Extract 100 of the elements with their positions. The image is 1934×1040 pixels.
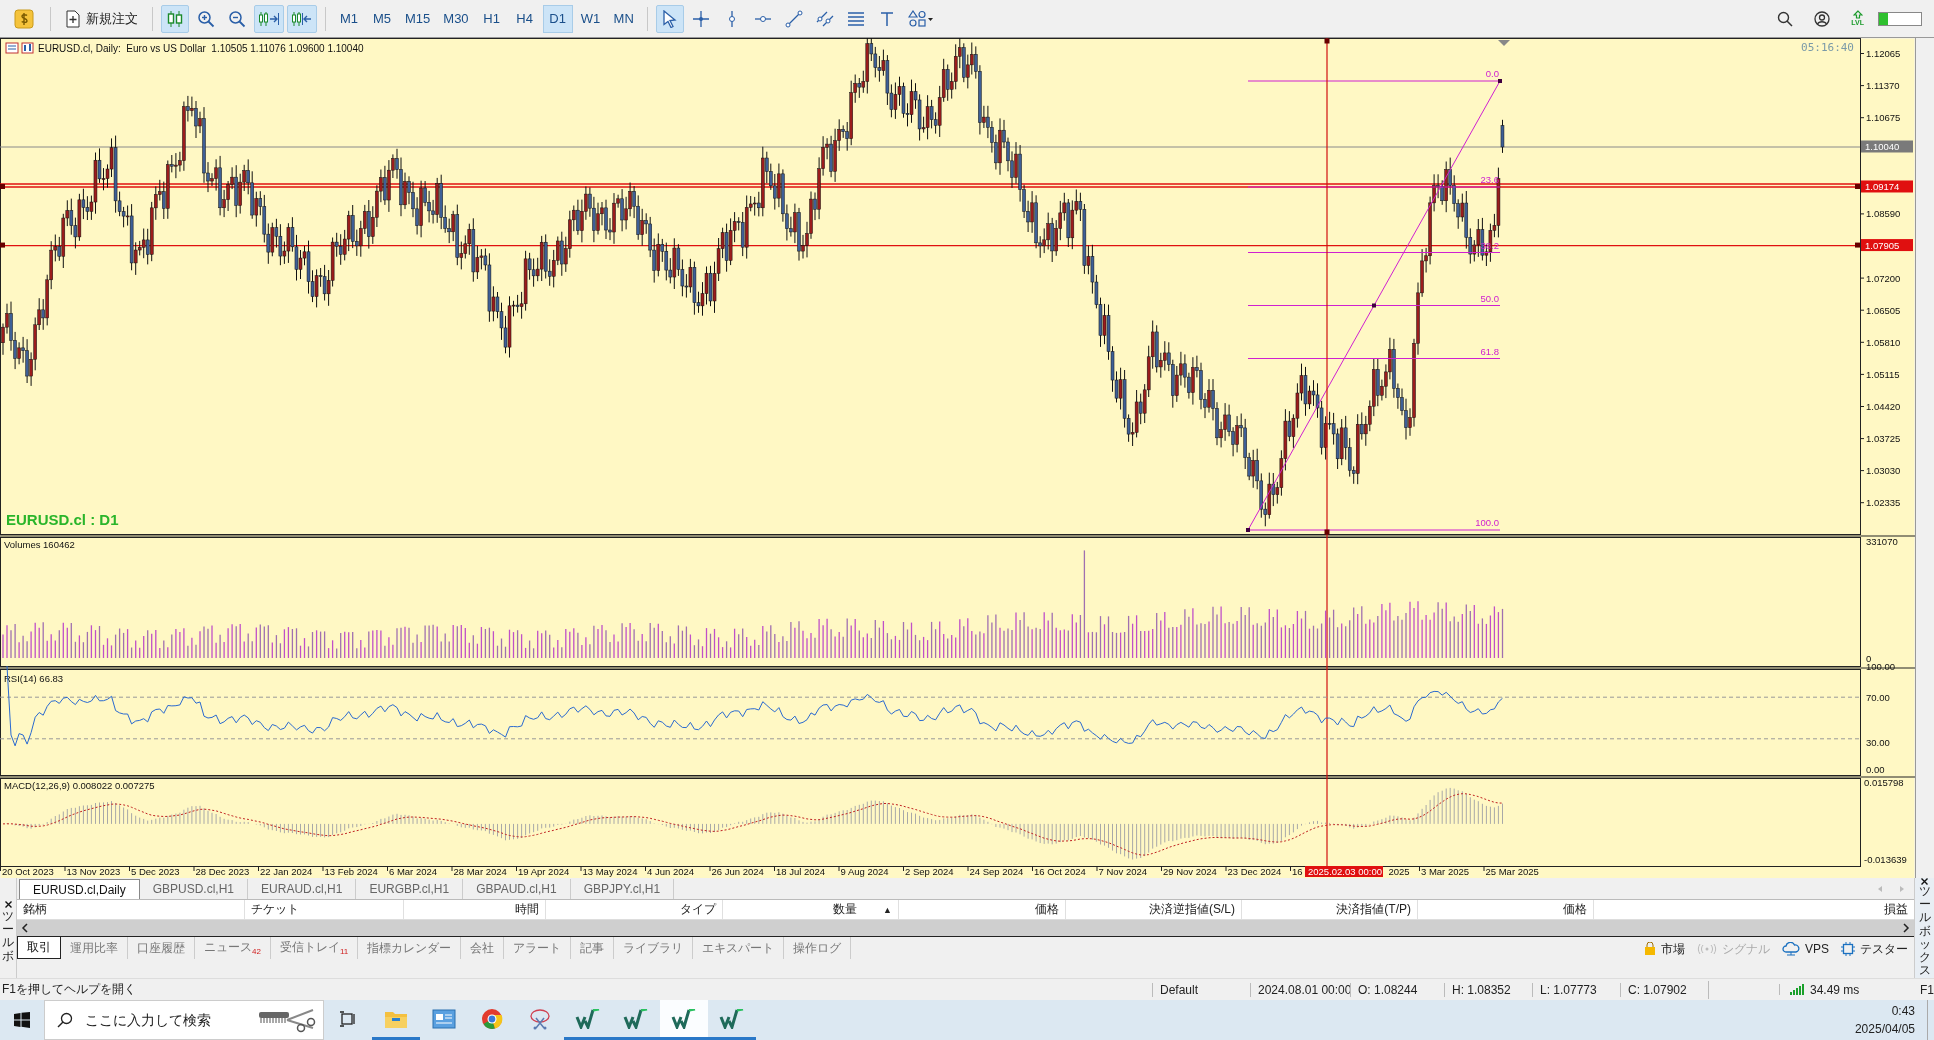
status-help-text: F1 xyxy=(1920,982,1934,997)
time-axis-label: 28 Mar 2024 xyxy=(453,866,507,877)
search-icon[interactable] xyxy=(1777,10,1794,27)
price-axis-label: 1.10675 xyxy=(1866,112,1901,124)
toolbox-side-label[interactable]: ツールボ xyxy=(2,910,14,963)
horizontal-line[interactable] xyxy=(0,242,1861,248)
volume-panel-title: Volumes 160462 xyxy=(4,539,75,550)
market-button[interactable]: 市場 xyxy=(1644,940,1685,958)
column-header[interactable]: 銘柄 xyxy=(17,900,245,919)
cursor-tool-button[interactable] xyxy=(655,4,684,33)
terminal-tab[interactable]: 操作ログ xyxy=(784,937,852,959)
column-header[interactable]: 損益 xyxy=(1594,900,1914,919)
terminal-tab[interactable]: ライブラリ xyxy=(614,937,694,959)
time-axis-label: 26 Jun 2024 xyxy=(711,866,764,877)
search-field[interactable]: ここに入力して検索 xyxy=(83,1011,247,1029)
task-view-icon xyxy=(339,1010,357,1027)
clock-time[interactable]: 0:43 xyxy=(1891,1004,1915,1018)
column-header[interactable]: 決済逆指値(S/L) xyxy=(1066,900,1242,919)
symbol-tab[interactable]: GBPAUD.cl,H1 xyxy=(463,879,571,899)
price-axis-label: 1.07200 xyxy=(1866,272,1901,284)
candlestick-chart-button[interactable] xyxy=(161,4,189,33)
column-header[interactable]: 数量 ▲ xyxy=(723,900,899,919)
profile-name: Default xyxy=(1152,982,1250,997)
line-price-marker: 1.09174 xyxy=(1861,180,1913,193)
timeframe-button[interactable]: H4 xyxy=(509,4,540,33)
terminal-tab[interactable]: ニュース$_{42}$ xyxy=(195,937,271,959)
timeframe-button[interactable]: D1 xyxy=(542,4,573,33)
timeframe-button[interactable]: M5 xyxy=(367,4,397,33)
symbol-tab[interactable]: GBPUSD.cl,H1 xyxy=(139,879,249,899)
price-axis-label: 1.12065 xyxy=(1866,48,1901,59)
price-axis-label: 1.08590 xyxy=(1866,208,1901,220)
price-chart[interactable] xyxy=(0,38,1915,878)
terminal-tab[interactable]: 口座履歴 xyxy=(128,937,195,959)
document-plus-icon xyxy=(65,9,81,28)
symbol-tab[interactable]: EURAUD.cl,H1 xyxy=(248,879,357,899)
scroll-left-icon[interactable] xyxy=(21,923,29,933)
autoscroll-button[interactable] xyxy=(254,4,284,33)
column-header[interactable]: 価格 xyxy=(1418,900,1594,919)
volume-axis-label: 0 xyxy=(1866,653,1872,664)
timeframe-button[interactable]: M30 xyxy=(438,4,474,33)
vps-button[interactable]: VPS xyxy=(1782,942,1829,956)
fibonacci-retracement[interactable] xyxy=(1246,79,1502,532)
scroll-right-icon[interactable] xyxy=(1902,923,1910,933)
terminal-tab[interactable]: エキスパート xyxy=(693,937,785,959)
bid-price-marker: 1.10040 xyxy=(1861,140,1913,153)
column-header[interactable]: 時間 xyxy=(404,900,546,919)
tester-button[interactable]: テスター xyxy=(1841,940,1908,958)
timeframe-button[interactable]: M15 xyxy=(400,4,436,33)
symbol-tab[interactable]: EURGBP.cl,H1 xyxy=(356,879,464,899)
taskbar-app-button[interactable] xyxy=(660,1000,708,1040)
chart-shift-button[interactable] xyxy=(287,4,317,33)
column-header[interactable]: タイプ xyxy=(546,900,723,919)
horizontal-scrollbar[interactable] xyxy=(17,920,1914,936)
low-price: L: 1.07773 xyxy=(1532,982,1620,997)
terminal-tab[interactable]: 会社 xyxy=(461,937,505,959)
timeframe-button[interactable]: H1 xyxy=(476,4,507,33)
column-header[interactable]: 価格 xyxy=(899,900,1066,919)
clock-date[interactable]: 2025/04/05 xyxy=(1854,1022,1915,1036)
time-axis-label: 13 Nov 2023 xyxy=(66,866,121,877)
terminal-tab[interactable]: 記事 xyxy=(571,937,615,959)
vertical-line[interactable] xyxy=(1324,38,1330,867)
column-header[interactable]: チケット xyxy=(245,900,404,919)
trading-app-icon xyxy=(575,1008,601,1029)
high-price: H: 1.08352 xyxy=(1444,982,1532,997)
close-price: C: 1.07902 xyxy=(1620,982,1708,997)
time-axis-label: 13 Feb 2024 xyxy=(324,866,378,877)
windows-start-icon[interactable] xyxy=(14,1012,30,1028)
shift-marker-icon[interactable] xyxy=(1498,40,1510,46)
price-axis-label: 1.03725 xyxy=(1866,433,1901,445)
time-axis-label: 23 Dec 2024 xyxy=(1227,866,1282,877)
cursor-icon xyxy=(661,9,678,28)
terminal-tab[interactable]: 受信トレイ$_{11}$ xyxy=(270,937,359,959)
symbol-timeframe-label: EURUSD.cl : D1 xyxy=(6,511,119,528)
shopping-bag-icon xyxy=(1644,942,1656,956)
timeframe-button[interactable]: W1 xyxy=(575,4,606,33)
terminal-tab[interactable]: アラート xyxy=(504,937,572,959)
symbol-tab[interactable]: GBPJPY.cl,H1 xyxy=(570,879,675,899)
terminal-tab[interactable]: 運用比率 xyxy=(61,937,128,959)
channel-icon xyxy=(815,9,834,28)
new-order-button[interactable]: 新規注文 xyxy=(59,4,144,33)
open-price: O: 1.08244 xyxy=(1350,982,1444,997)
price-axis-label: 1.11370 xyxy=(1866,80,1900,92)
price-axis-label: 1.02335 xyxy=(1866,497,1901,509)
trading-app-icon xyxy=(671,1008,697,1029)
fibonacci-level-label: 0.0 xyxy=(1485,68,1499,79)
close-icon[interactable] xyxy=(1921,878,1928,885)
symbol-tab[interactable]: EURUSD.cl,Daily xyxy=(19,879,140,899)
taskbar-search-box[interactable]: ここに入力して検索 xyxy=(44,1000,324,1040)
vertical-line-icon xyxy=(726,9,737,28)
timeframe-button[interactable]: M1 xyxy=(334,4,364,33)
close-icon[interactable] xyxy=(4,901,12,908)
volume-axis-label: 331070 xyxy=(1866,536,1898,547)
time-axis-label: 4 Jun 2024 xyxy=(647,866,694,877)
account-icon[interactable] xyxy=(1814,10,1831,27)
timeframe-button[interactable]: MN xyxy=(608,4,639,33)
terminal-tab[interactable]: 取引 xyxy=(17,937,61,959)
time-axis-label: 2 Sep 2024 xyxy=(905,866,954,877)
terminal-tab[interactable]: 指標カレンダー xyxy=(358,937,462,959)
column-header[interactable]: 決済指値(T/P) xyxy=(1242,900,1418,919)
horizontal-line[interactable] xyxy=(0,183,1861,189)
